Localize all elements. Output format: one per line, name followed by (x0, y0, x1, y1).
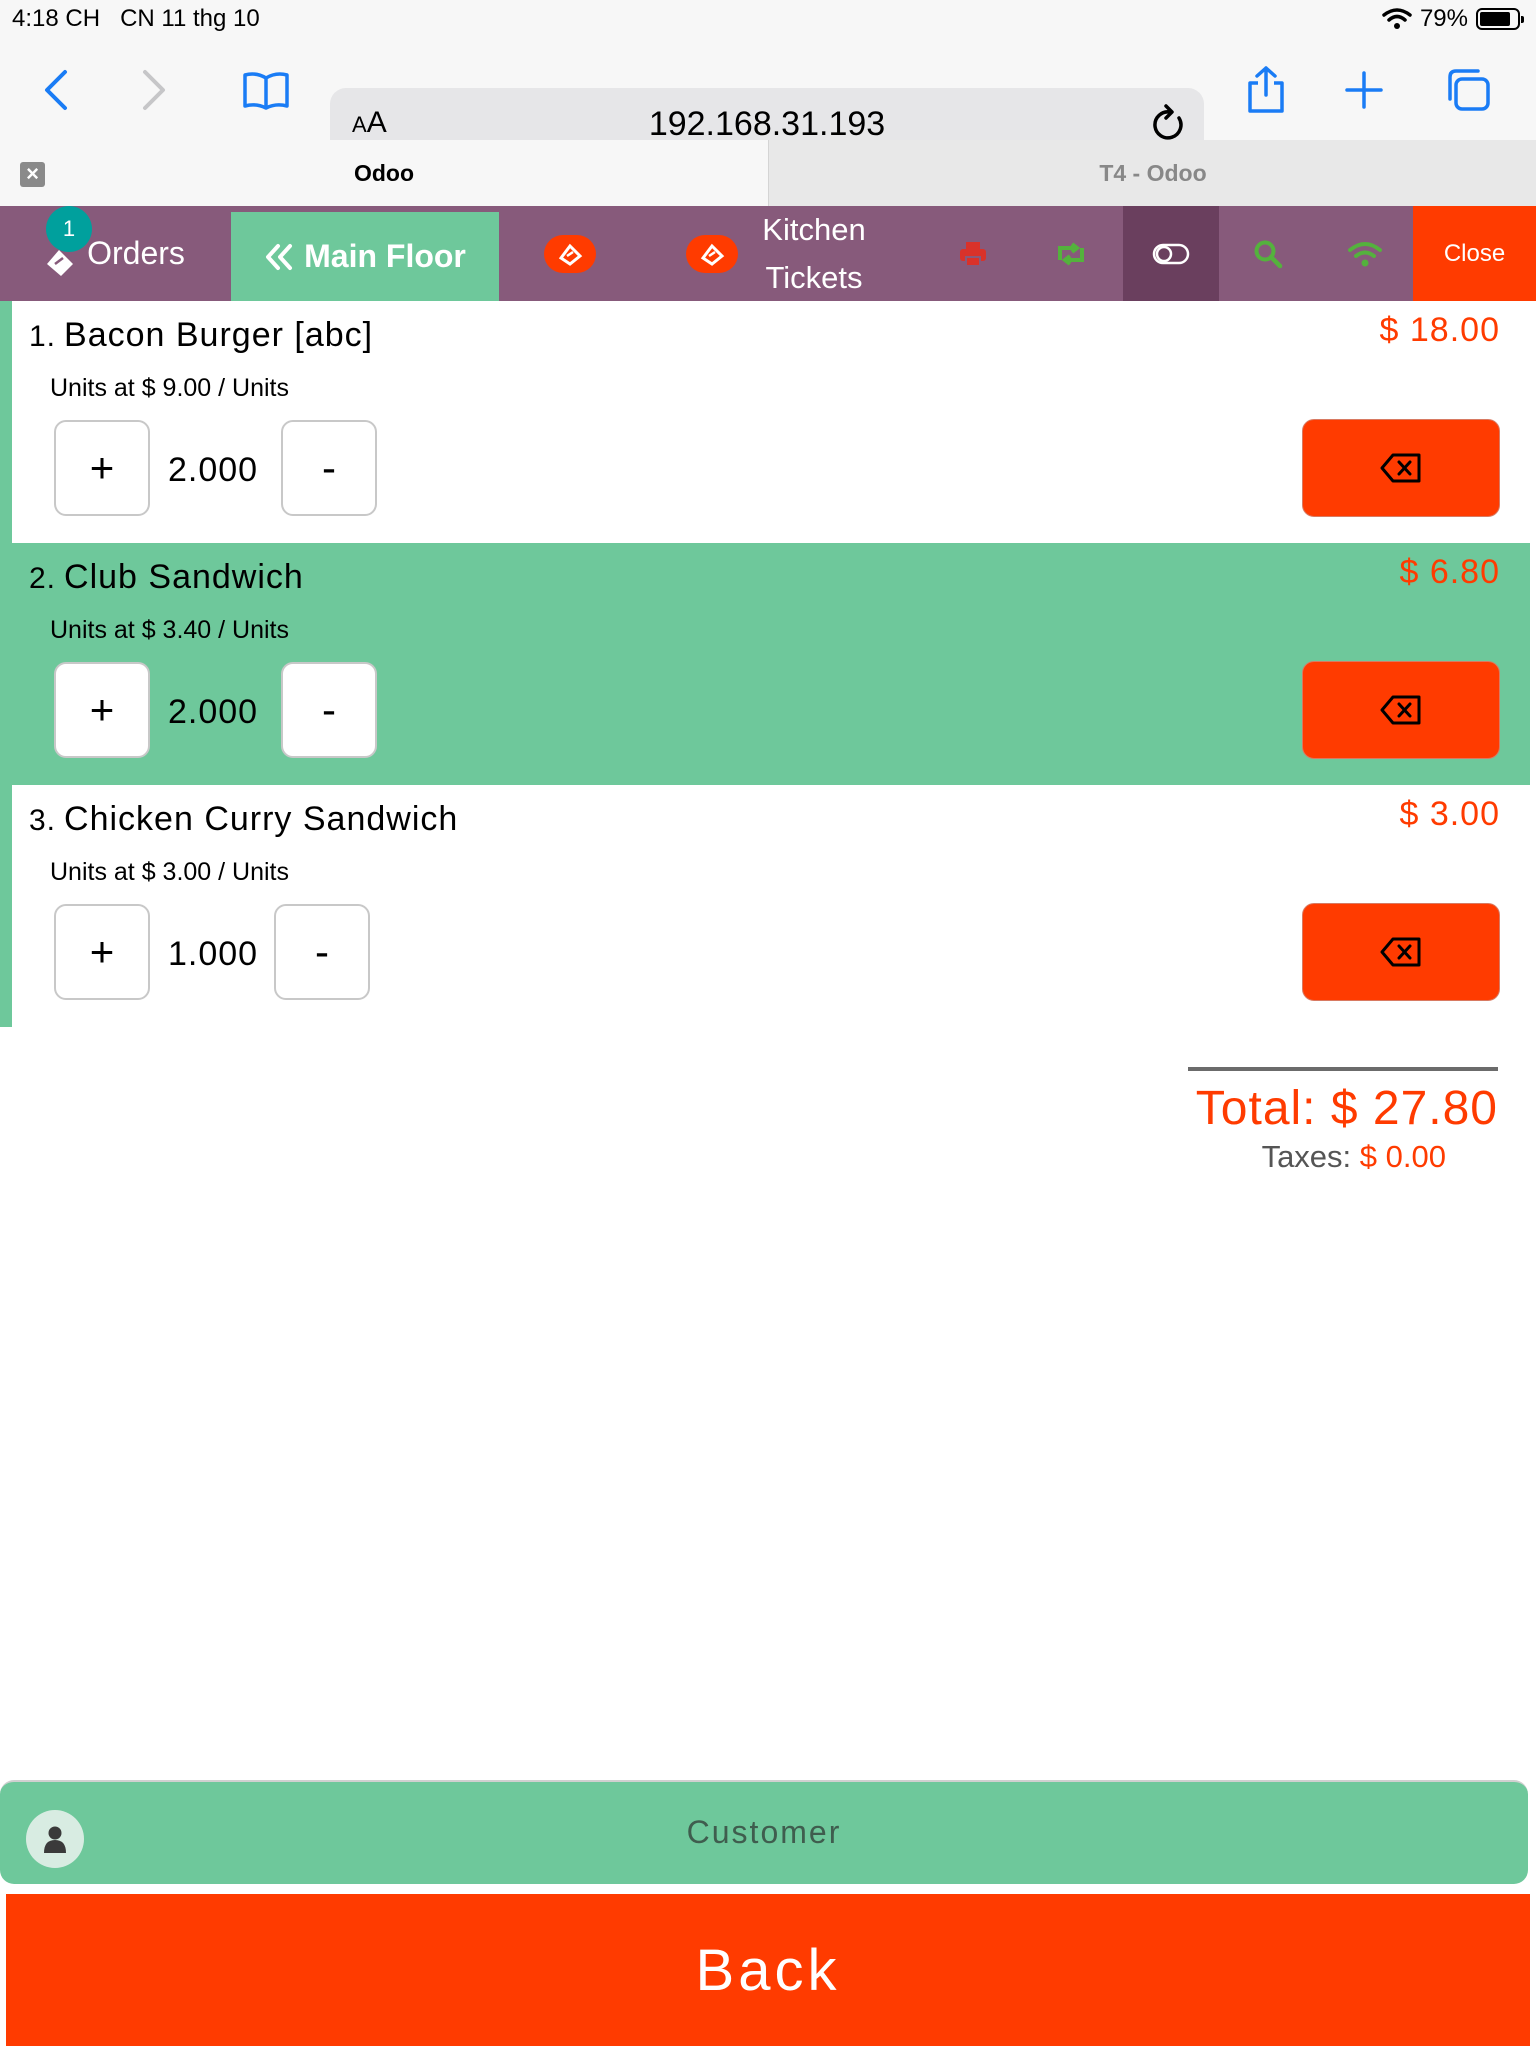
tab-close-icon[interactable]: × (20, 162, 45, 187)
toggle-button[interactable] (1123, 206, 1219, 301)
product-name-text: Bacon Burger [abc] (64, 316, 374, 354)
print-button[interactable] (950, 206, 996, 301)
qty-minus-button[interactable]: - (281, 662, 377, 758)
orders-label: Orders (87, 235, 185, 271)
browser-tab-odoo[interactable]: × Odoo (0, 140, 768, 206)
status-date: CN 11 thg 10 (120, 5, 260, 32)
browser-toolbar: AA 192.168.31.193 (0, 40, 1536, 160)
unit-info: Units at $ 3.00 / Units (50, 858, 290, 886)
unit-info: Units at $ 9.00 / Units (50, 374, 290, 402)
url-text: 192.168.31.193 (648, 105, 886, 143)
delete-line-button[interactable] (1302, 903, 1500, 1001)
back-arrow-icon[interactable] (26, 60, 86, 120)
tab-label: Odoo (353, 159, 415, 186)
status-bar: 4:18 CH CN 11 thg 10 79% (0, 0, 1536, 40)
product-name: 1. Bacon Burger [abc] (29, 316, 373, 355)
search-icon (1254, 240, 1283, 268)
forward-arrow-icon[interactable] (124, 60, 184, 120)
order-line[interactable]: 1. Bacon Burger [abc] $ 18.00 Units at $ … (0, 301, 1530, 543)
browser-tab-bar: × Odoo T4 - Odoo (0, 140, 1536, 206)
tabs-overview-icon[interactable] (1438, 60, 1498, 120)
delete-line-button[interactable] (1302, 419, 1500, 517)
qty-minus-button[interactable]: - (274, 904, 370, 1000)
bookmarks-book-icon[interactable] (236, 60, 296, 120)
main-floor-label: Main Floor (304, 238, 466, 274)
order-line-selected[interactable]: 2. Club Sandwich $ 6.80 Units at $ 3.40 /… (0, 543, 1530, 785)
order-ticket-button[interactable] (540, 206, 600, 301)
order-line[interactable]: 3. Chicken Curry Sandwich $ 3.00 Units at… (0, 785, 1530, 1027)
toggle-icon (1152, 243, 1190, 264)
search-button[interactable] (1246, 206, 1290, 301)
tab-label: T4 - Odoo (1099, 159, 1207, 186)
qty-value: 1.000 (168, 935, 259, 973)
ticket-icon (544, 234, 596, 273)
kitchen-label-line1: Kitchen (762, 211, 866, 247)
customer-button[interactable]: Customer (0, 1780, 1528, 1884)
kitchen-ticket-icon-wrap[interactable] (684, 206, 740, 301)
customer-label: Customer (686, 1814, 842, 1850)
browser-tab-t4-odoo[interactable]: T4 - Odoo (768, 140, 1536, 206)
product-name-text: Club Sandwich (64, 558, 304, 596)
backspace-icon (1380, 695, 1421, 725)
line-price: $ 3.00 (1399, 795, 1500, 833)
kitchen-tickets-button[interactable]: Kitchen Tickets (744, 206, 884, 301)
backspace-icon (1380, 453, 1421, 483)
product-name: 3. Chicken Curry Sandwich (29, 800, 458, 839)
product-name: 2. Club Sandwich (29, 558, 304, 597)
new-tab-plus-icon[interactable] (1334, 60, 1394, 120)
line-number: 2. (29, 562, 57, 595)
battery-percent: 79% (1419, 5, 1468, 32)
taxes-label: Taxes: (1261, 1139, 1352, 1174)
qty-value: 2.000 (168, 693, 259, 731)
taxes-value: $ 0.00 (1359, 1139, 1446, 1174)
double-chevron-left-icon (266, 243, 293, 270)
qty-plus-button[interactable]: + (54, 662, 150, 758)
retweet-sync-icon (1058, 241, 1084, 266)
status-indicators: 79% (1382, 5, 1524, 33)
kitchen-label-line2: Tickets (765, 259, 863, 295)
sync-button[interactable] (1046, 206, 1096, 301)
line-price: $ 18.00 (1379, 311, 1500, 349)
order-summary: Total: $ 27.80 Taxes: $ 0.00 (1188, 1067, 1498, 1174)
taxes-line: Taxes: $ 0.00 (1262, 1139, 1446, 1175)
qty-minus-button[interactable]: - (281, 420, 377, 516)
close-button[interactable]: Close (1413, 206, 1536, 301)
orders-count-badge: 1 (46, 206, 92, 252)
status-time: 4:18 CH (12, 5, 101, 32)
printer-icon (960, 241, 986, 267)
line-number: 1. (29, 320, 57, 353)
orders-button[interactable]: 1 Orders (0, 206, 228, 301)
line-price: $ 6.80 (1399, 553, 1500, 591)
status-time-date: 4:18 CH CN 11 thg 10 (12, 5, 260, 33)
ticket-icon (686, 234, 738, 273)
qty-plus-button[interactable]: + (54, 420, 150, 516)
unit-info: Units at $ 3.40 / Units (50, 616, 290, 644)
back-button[interactable]: Back (6, 1894, 1530, 2046)
delete-line-button[interactable] (1302, 661, 1500, 759)
product-name-text: Chicken Curry Sandwich (64, 800, 459, 838)
total-amount: Total: $ 27.80 (1195, 1082, 1498, 1135)
main-floor-button[interactable]: Main Floor (231, 212, 499, 301)
battery-icon (1476, 8, 1524, 30)
wifi-icon (1348, 241, 1382, 266)
pos-header: 1 Orders Main Floor Kitchen Tickets Clos… (0, 206, 1536, 301)
backspace-icon (1380, 937, 1421, 967)
connection-status[interactable] (1340, 206, 1390, 301)
qty-value: 2.000 (168, 451, 259, 489)
share-icon[interactable] (1236, 60, 1296, 120)
wifi-icon (1382, 8, 1412, 29)
line-number: 3. (29, 804, 57, 837)
qty-plus-button[interactable]: + (54, 904, 150, 1000)
